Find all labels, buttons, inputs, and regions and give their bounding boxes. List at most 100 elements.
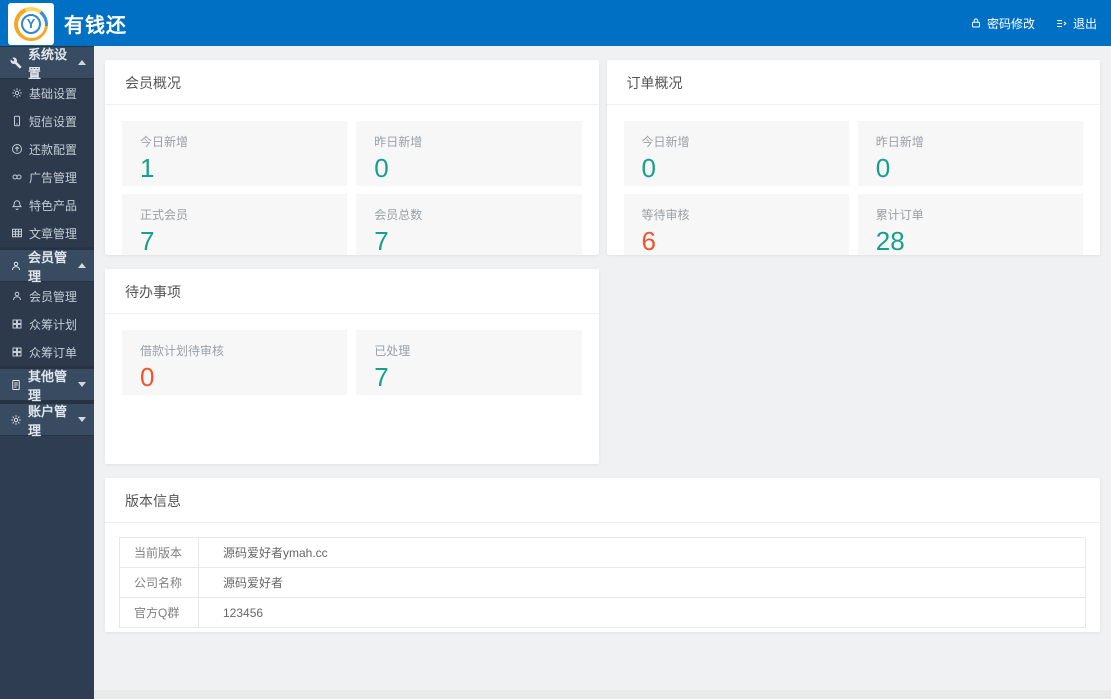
- todo-card: 待办事项 借款计划待审核 0 已处理 7: [105, 269, 599, 464]
- order-overview-card: 订单概况 今日新增 0 昨日新增 0 等待审核 6 累计订单: [607, 60, 1101, 255]
- table-icon: [11, 227, 23, 239]
- circle-arrow-up-icon: [11, 143, 23, 155]
- stat-value: 0: [876, 153, 1083, 183]
- file-icon: [10, 379, 22, 391]
- stat-tile-order-total: 累计订单 28: [858, 194, 1083, 255]
- table-row: 当前版本 源码爱好者ymah.cc: [120, 538, 1086, 568]
- header-actions: 密码修改 退出: [970, 15, 1097, 32]
- sidebar-item-label: 还款配置: [29, 141, 77, 158]
- sidebar-group-label: 系统设置: [28, 44, 72, 82]
- stat-tile-member-today: 今日新增 1: [122, 121, 347, 186]
- caret-down-icon: [78, 417, 86, 422]
- sidebar-group-other-management[interactable]: 其他管理: [0, 368, 94, 401]
- stat-tile-todo-pending-review: 借款计划待审核 0: [122, 330, 347, 395]
- sidebar-group-account-management[interactable]: 账户管理: [0, 403, 94, 436]
- qq-group-row-label: 官方Q群: [120, 598, 199, 628]
- stat-label: 累计订单: [876, 206, 1083, 223]
- stat-label: 今日新增: [140, 133, 347, 150]
- sidebar-item-label: 基础设置: [29, 85, 77, 102]
- grid-icon: [11, 318, 23, 330]
- company-row-value: 源码爱好者: [199, 568, 1086, 598]
- stat-value: 0: [140, 362, 347, 392]
- sidebar-item-label: 众筹计划: [29, 316, 77, 333]
- infinity-icon: [11, 171, 23, 183]
- stat-tile-order-today: 今日新增 0: [624, 121, 849, 186]
- member-overview-title: 会员概况: [105, 60, 599, 105]
- phone-icon: [11, 115, 23, 127]
- logout-label: 退出: [1073, 15, 1097, 32]
- sidebar-item-label: 短信设置: [29, 113, 77, 130]
- caret-down-icon: [78, 382, 86, 387]
- sidebar-group-system-settings[interactable]: 系统设置: [0, 46, 94, 79]
- app-logo: Y: [8, 3, 54, 45]
- change-password-label: 密码修改: [987, 15, 1035, 32]
- sidebar-item-featured-products[interactable]: 特色产品: [0, 191, 94, 219]
- sidebar-group-label: 其他管理: [28, 366, 72, 404]
- stat-tile-member-total: 会员总数 7: [356, 194, 581, 255]
- table-row: 官方Q群 123456: [120, 598, 1086, 628]
- sidebar-item-article-management[interactable]: 文章管理: [0, 219, 94, 247]
- stat-label: 昨日新增: [876, 133, 1083, 150]
- stat-value: 7: [374, 226, 581, 255]
- stat-value: 7: [374, 362, 581, 392]
- sidebar-item-repayment-config[interactable]: 还款配置: [0, 135, 94, 163]
- version-row-value: 源码爱好者ymah.cc: [199, 538, 1086, 568]
- company-row-label: 公司名称: [120, 568, 199, 598]
- sidebar-item-member-management[interactable]: 会员管理: [0, 282, 94, 310]
- sidebar-item-sms-settings[interactable]: 短信设置: [0, 107, 94, 135]
- sidebar-item-label: 特色产品: [29, 197, 77, 214]
- member-overview-card: 会员概况 今日新增 1 昨日新增 0 正式会员 7 会员总数: [105, 60, 599, 255]
- stat-tile-todo-processed: 已处理 7: [356, 330, 581, 395]
- sidebar: 系统设置 基础设置 短信设置 还款配置 广告管理 特色产品 文章管理: [0, 46, 94, 699]
- bell-icon: [11, 199, 23, 211]
- logout-icon: [1055, 17, 1068, 30]
- stat-label: 已处理: [374, 342, 581, 359]
- stat-label: 今日新增: [642, 133, 849, 150]
- grid-icon: [11, 346, 23, 358]
- logo-ring-icon: Y: [14, 7, 48, 41]
- top-header: Y 有钱还 密码修改 退出: [0, 0, 1111, 46]
- bottom-strip: [94, 690, 1111, 699]
- stat-tile-member-yesterday: 昨日新增 0: [356, 121, 581, 186]
- sidebar-group-member-management[interactable]: 会员管理: [0, 249, 94, 282]
- sidebar-item-label: 众筹订单: [29, 344, 77, 361]
- sidebar-item-crowdfund-plan[interactable]: 众筹计划: [0, 310, 94, 338]
- person-icon: [11, 290, 23, 302]
- version-table: 当前版本 源码爱好者ymah.cc 公司名称 源码爱好者 官方Q群 123456: [119, 537, 1086, 628]
- stat-tile-order-pending: 等待审核 6: [624, 194, 849, 255]
- version-row-label: 当前版本: [120, 538, 199, 568]
- qq-group-row-value: 123456: [199, 598, 1086, 628]
- order-overview-title: 订单概况: [607, 60, 1101, 105]
- todo-title: 待办事项: [105, 269, 599, 314]
- logo-letter: Y: [21, 14, 41, 34]
- stat-tile-member-formal: 正式会员 7: [122, 194, 347, 255]
- sidebar-item-crowdfund-order[interactable]: 众筹订单: [0, 338, 94, 366]
- stat-value: 6: [642, 226, 849, 255]
- gear-icon: [11, 87, 23, 99]
- sidebar-item-basic-settings[interactable]: 基础设置: [0, 79, 94, 107]
- change-password-button[interactable]: 密码修改: [970, 15, 1035, 32]
- stat-value: 28: [876, 226, 1083, 255]
- version-info-title: 版本信息: [105, 478, 1100, 523]
- lock-icon: [970, 17, 982, 29]
- sidebar-group-label: 账户管理: [28, 401, 72, 439]
- wrench-icon: [10, 57, 22, 69]
- sidebar-item-ad-management[interactable]: 广告管理: [0, 163, 94, 191]
- sidebar-item-label: 会员管理: [29, 288, 77, 305]
- stat-value: 7: [140, 226, 347, 255]
- sidebar-item-label: 文章管理: [29, 225, 77, 242]
- caret-up-icon: [78, 60, 86, 65]
- stat-value: 0: [374, 153, 581, 183]
- table-row: 公司名称 源码爱好者: [120, 568, 1086, 598]
- main-content: 会员概况 今日新增 1 昨日新增 0 正式会员 7 会员总数: [94, 46, 1111, 699]
- stat-label: 会员总数: [374, 206, 581, 223]
- sidebar-group-label: 会员管理: [28, 247, 72, 285]
- app-title: 有钱还: [64, 9, 127, 38]
- stat-value: 0: [642, 153, 849, 183]
- sidebar-item-label: 广告管理: [29, 169, 77, 186]
- cog-icon: [10, 414, 22, 426]
- version-info-card: 版本信息 当前版本 源码爱好者ymah.cc 公司名称 源码爱好者 官方Q群: [105, 478, 1100, 632]
- logout-button[interactable]: 退出: [1055, 15, 1097, 32]
- stat-tile-order-yesterday: 昨日新增 0: [858, 121, 1083, 186]
- stat-label: 等待审核: [642, 206, 849, 223]
